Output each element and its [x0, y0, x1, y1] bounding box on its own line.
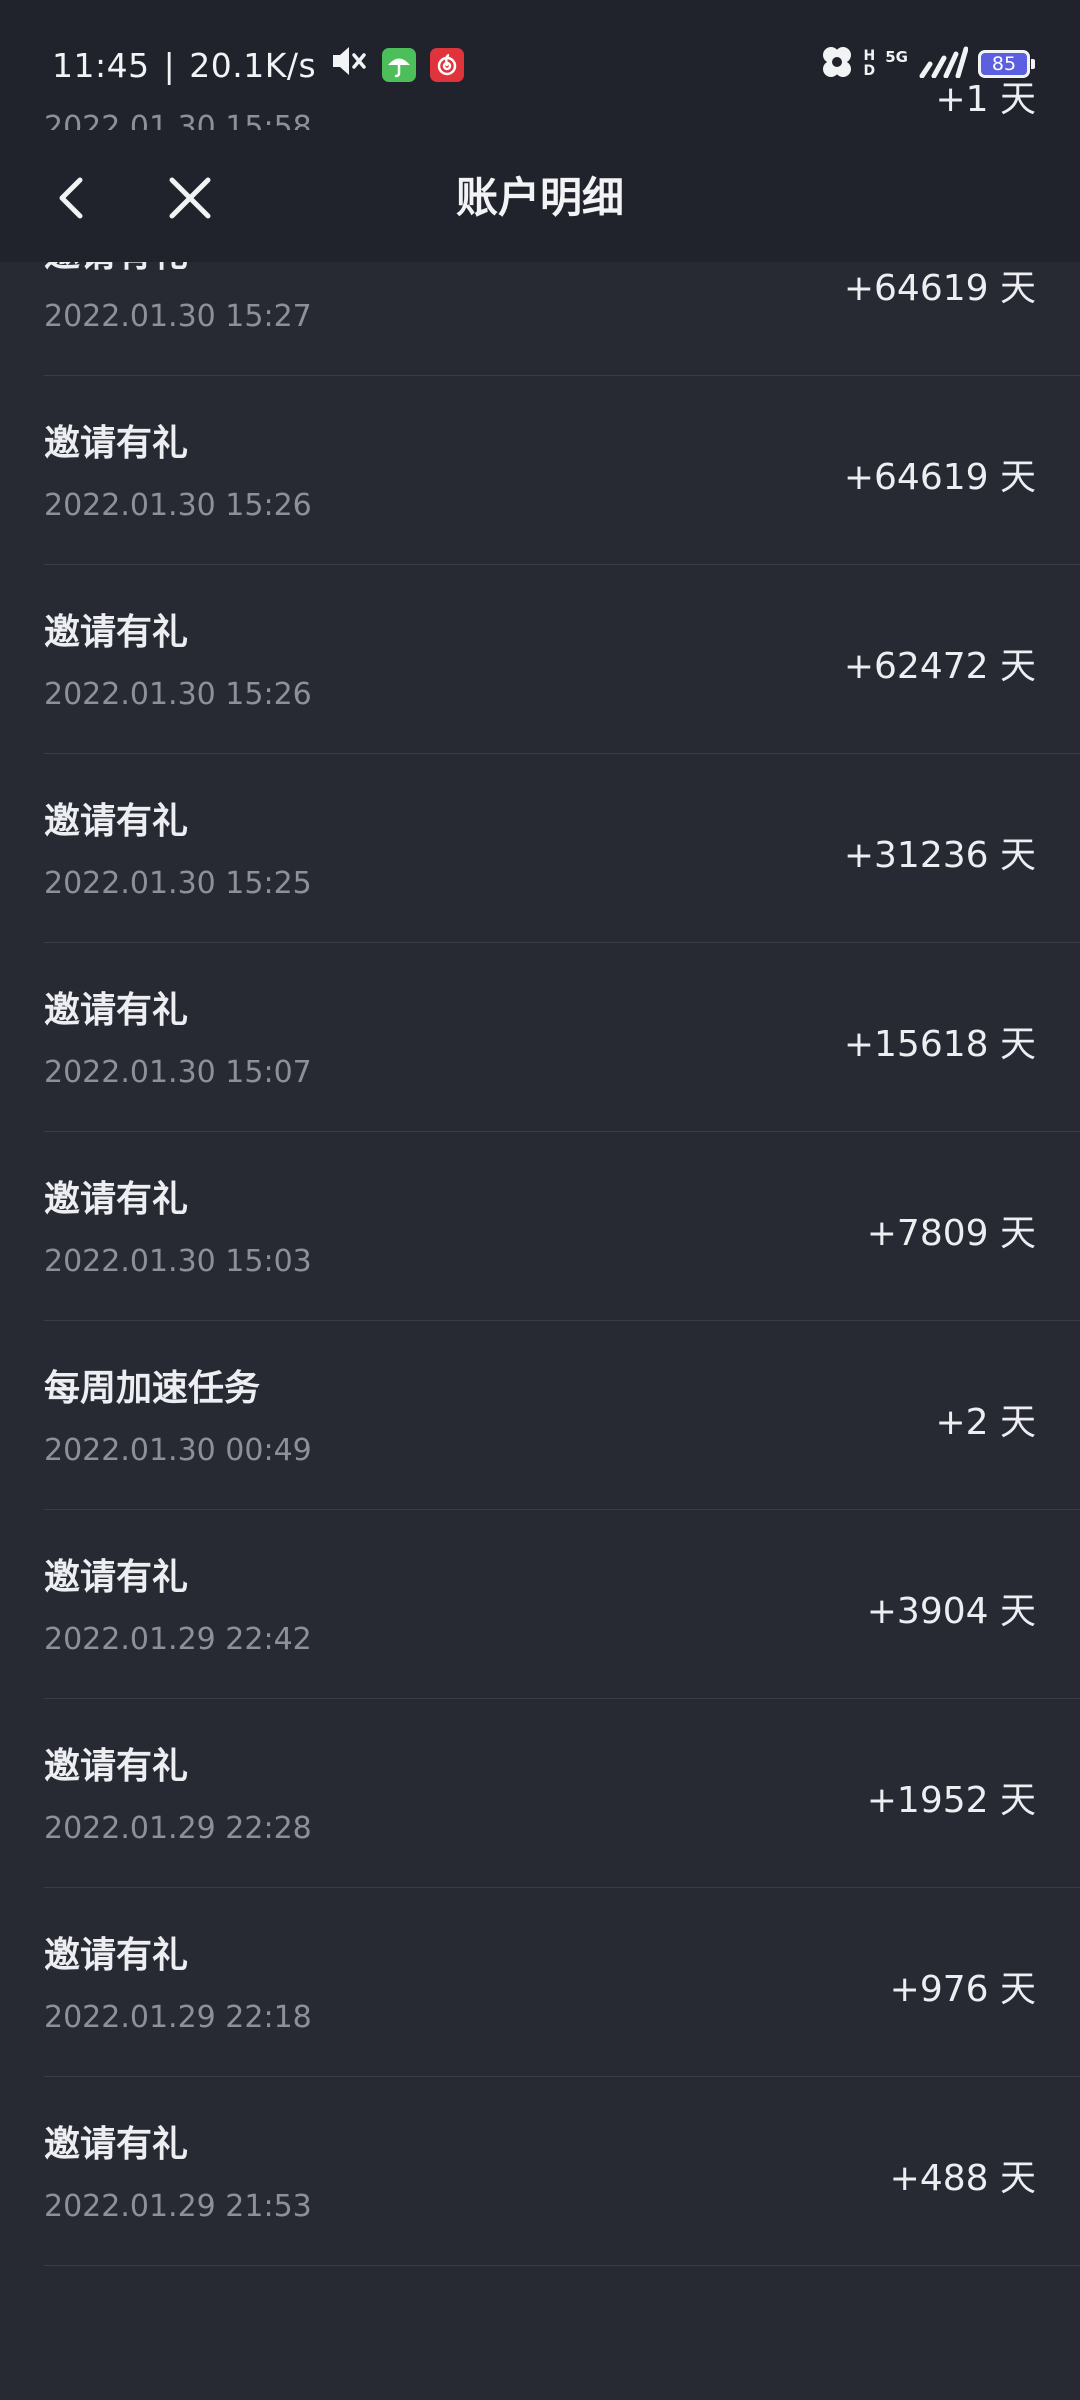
page-title: 账户明细: [455, 173, 624, 222]
record-time: 2022.01.29 22:28: [44, 1811, 312, 1846]
navigation-header: 账户明细: [0, 130, 1080, 262]
record-amount: +15618 天: [843, 1024, 1036, 1065]
record-time: 2022.01.30 15:26: [44, 488, 312, 523]
record-time: 2022.01.30 15:07: [44, 1055, 312, 1090]
record-amount: +3904 天: [866, 1591, 1036, 1632]
record-time: 2022.01.30 15:27: [44, 299, 312, 334]
record-title: 邀请有礼: [44, 612, 189, 653]
record-amount: +62472 天: [843, 646, 1036, 687]
record-amount: +64619 天: [843, 457, 1036, 498]
record-time: 2022.01.30 15:03: [44, 1244, 312, 1279]
record-row[interactable]: 每周加速任务 2022.01.30 00:49 +2 天: [44, 1321, 1080, 1510]
record-amount: +2 天: [935, 1402, 1036, 1443]
record-title: 邀请有礼: [44, 1557, 189, 1598]
record-title: 邀请有礼: [44, 423, 189, 464]
record-title: 邀请有礼: [44, 990, 189, 1031]
record-amount: +7809 天: [866, 1213, 1036, 1254]
record-row[interactable]: 邀请有礼 2022.01.30 15:26 +62472 天: [44, 565, 1080, 754]
record-row[interactable]: 邀请有礼 2022.01.29 22:18 +976 天: [44, 1888, 1080, 2077]
record-amount: +64619 天: [843, 268, 1036, 309]
record-title: 邀请有礼: [44, 801, 189, 842]
record-amount: +31236 天: [843, 835, 1036, 876]
record-title: 邀请有礼: [44, 1746, 189, 1787]
record-title: 邀请有礼: [44, 1179, 189, 1220]
account-record-list[interactable]: 2022.01.30 15:58 +1 天 邀请有礼 2022.01.30 15…: [0, 79, 1080, 2266]
record-time: 2022.01.30 15:26: [44, 677, 312, 712]
record-row[interactable]: 邀请有礼 2022.01.30 15:07 +15618 天: [44, 943, 1080, 1132]
record-time: 2022.01.29 22:42: [44, 1622, 312, 1657]
record-amount: +976 天: [889, 1969, 1036, 2010]
record-row[interactable]: 邀请有礼 2022.01.29 21:53 +488 天: [44, 2077, 1080, 2266]
record-amount: +488 天: [889, 2158, 1036, 2199]
record-title: 每周加速任务: [44, 1368, 261, 1409]
record-title: 邀请有礼: [44, 1935, 189, 1976]
record-row[interactable]: 邀请有礼 2022.01.30 15:25 +31236 天: [44, 754, 1080, 943]
record-amount: +1 天: [935, 79, 1036, 120]
record-row[interactable]: 邀请有礼 2022.01.29 22:28 +1952 天: [44, 1699, 1080, 1888]
record-row[interactable]: 邀请有礼 2022.01.29 22:42 +3904 天: [44, 1510, 1080, 1699]
record-time: 2022.01.30 15:25: [44, 866, 312, 901]
record-title: 邀请有礼: [44, 2124, 189, 2165]
record-row[interactable]: 邀请有礼 2022.01.30 15:26 +64619 天: [44, 376, 1080, 565]
record-row[interactable]: 邀请有礼 2022.01.30 15:03 +7809 天: [44, 1132, 1080, 1321]
record-time: 2022.01.30 00:49: [44, 1433, 312, 1468]
record-amount: +1952 天: [866, 1780, 1036, 1821]
record-time: 2022.01.29 21:53: [44, 2189, 312, 2224]
record-time: 2022.01.29 22:18: [44, 2000, 312, 2035]
